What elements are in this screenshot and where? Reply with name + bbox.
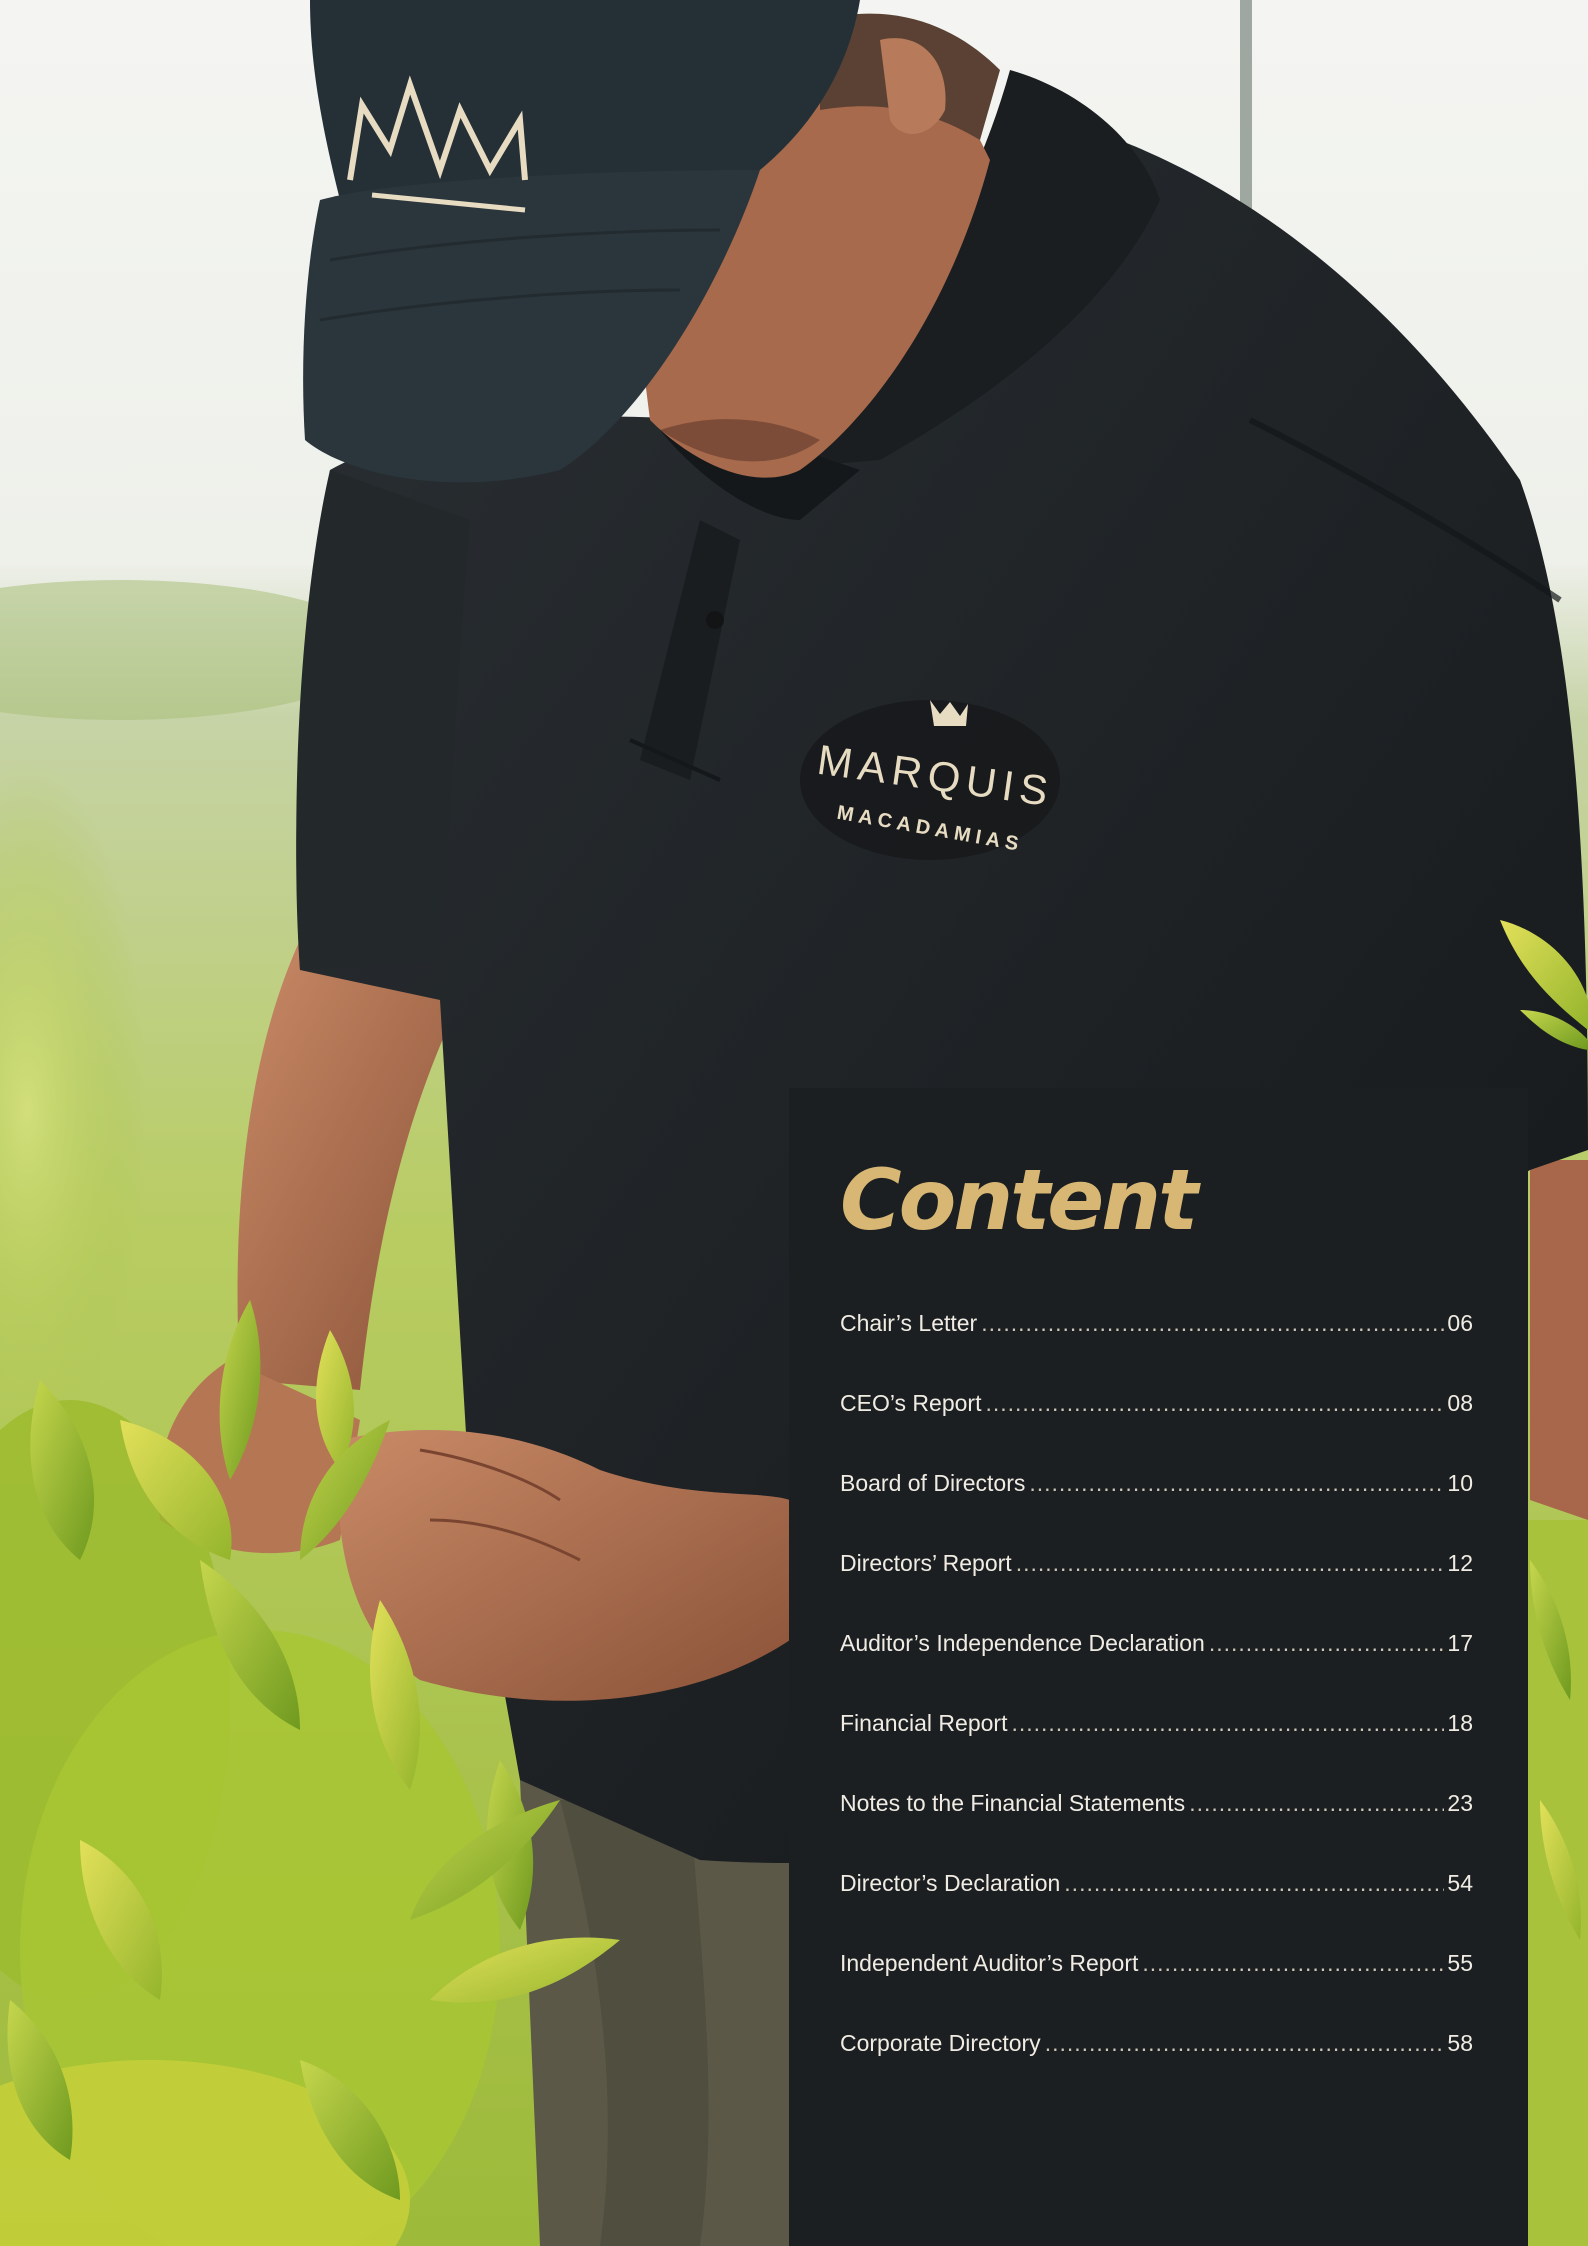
toc-item-independent-auditors-report[interactable]: Independent Auditor’s Report 55	[840, 1950, 1473, 1990]
toc-item-label: Director’s Declaration	[840, 1870, 1061, 1896]
toc-dot-leader	[1045, 2030, 1445, 2057]
contents-page: MARQUIS MACADAMIAS Content Chair’s Lette…	[0, 0, 1588, 2246]
toc-page-number: 18	[1447, 1710, 1473, 1736]
toc-dot-leader	[1209, 1630, 1445, 1657]
toc-dot-leader	[1142, 1950, 1444, 1977]
toc-item-financial-report[interactable]: Financial Report 18	[840, 1710, 1473, 1750]
toc-dot-leader	[1064, 1870, 1444, 1897]
toc-item-notes-to-financial-statements[interactable]: Notes to the Financial Statements 23	[840, 1790, 1473, 1830]
toc-dot-leader	[1029, 1470, 1444, 1497]
toc-page-number: 12	[1447, 1550, 1473, 1576]
toc-item-label: Notes to the Financial Statements	[840, 1790, 1186, 1816]
toc-item-label: CEO’s Report	[840, 1390, 982, 1416]
toc-page-number: 23	[1447, 1790, 1473, 1816]
toc-item-label: Independent Auditor’s Report	[840, 1950, 1139, 1976]
contents-title: Content	[840, 1151, 1198, 1249]
toc-item-label: Board of Directors	[840, 1470, 1026, 1496]
toc-item-label: Auditor’s Independence Declaration	[840, 1630, 1205, 1656]
toc-item-label: Directors’ Report	[840, 1550, 1012, 1576]
toc-item-ceos-report[interactable]: CEO’s Report 08	[840, 1390, 1473, 1430]
toc-item-label: Financial Report	[840, 1710, 1008, 1736]
toc-item-corporate-directory[interactable]: Corporate Directory 58	[840, 2030, 1473, 2070]
toc-dot-leader	[981, 1310, 1444, 1337]
toc-page-number: 10	[1447, 1470, 1473, 1496]
toc-item-directors-report[interactable]: Directors’ Report 12	[840, 1550, 1473, 1590]
toc-item-label: Corporate Directory	[840, 2030, 1041, 2056]
toc-item-chairs-letter[interactable]: Chair’s Letter 06	[840, 1310, 1473, 1350]
toc-item-board-of-directors[interactable]: Board of Directors 10	[840, 1470, 1473, 1510]
toc-page-number: 58	[1447, 2030, 1473, 2056]
toc-page-number: 17	[1447, 1630, 1473, 1656]
toc-item-label: Chair’s Letter	[840, 1310, 978, 1336]
toc-page-number: 08	[1447, 1390, 1473, 1416]
toc-page-number: 54	[1447, 1870, 1473, 1896]
toc-page-number: 06	[1447, 1310, 1473, 1336]
toc-dot-leader	[1016, 1550, 1445, 1577]
toc-item-auditors-independence-declaration[interactable]: Auditor’s Independence Declaration 17	[840, 1630, 1473, 1670]
toc-item-directors-declaration[interactable]: Director’s Declaration 54	[840, 1870, 1473, 1910]
toc-dot-leader	[1011, 1710, 1444, 1737]
toc-dot-leader	[985, 1390, 1444, 1417]
toc-page-number: 55	[1447, 1950, 1473, 1976]
toc-dot-leader	[1189, 1790, 1444, 1817]
